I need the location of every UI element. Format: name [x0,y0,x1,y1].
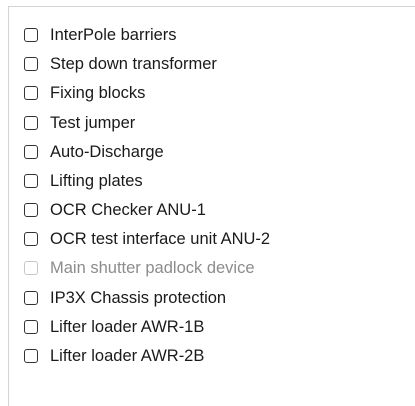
checkbox-label: OCR test interface unit ANU-2 [50,230,271,248]
checkbox-icon[interactable] [24,145,38,159]
accessories-checklist-panel: InterPole barriers Step down transformer… [8,6,415,406]
checkbox-label: Lifter loader AWR-1B [50,318,205,336]
checkbox-label: Fixing blocks [50,84,146,102]
checkbox-label: Main shutter padlock device [50,259,255,277]
checkbox-icon[interactable] [24,232,38,246]
checkbox-icon[interactable] [24,203,38,217]
checkbox-icon[interactable] [24,57,38,71]
checkbox-icon[interactable] [24,116,38,130]
checkbox-icon[interactable] [24,174,38,188]
checkbox-icon[interactable] [24,349,38,363]
checkbox-icon[interactable] [24,291,38,305]
checkbox-label: InterPole barriers [50,26,177,44]
checkbox-label: Auto-Discharge [50,143,164,161]
checkbox-label: Lifting plates [50,172,143,190]
checkbox-label: Test jumper [50,114,136,132]
checkbox-icon[interactable] [24,28,38,42]
checkbox-label: Lifter loader AWR-2B [50,347,205,365]
checkbox-icon[interactable] [24,320,38,334]
checkbox-label: Step down transformer [50,55,217,73]
checkbox-icon[interactable] [24,86,38,100]
checkbox-label: IP3X Chassis protection [50,289,227,307]
checkbox-label: OCR Checker ANU-1 [50,201,206,219]
checkbox-icon [24,261,38,275]
